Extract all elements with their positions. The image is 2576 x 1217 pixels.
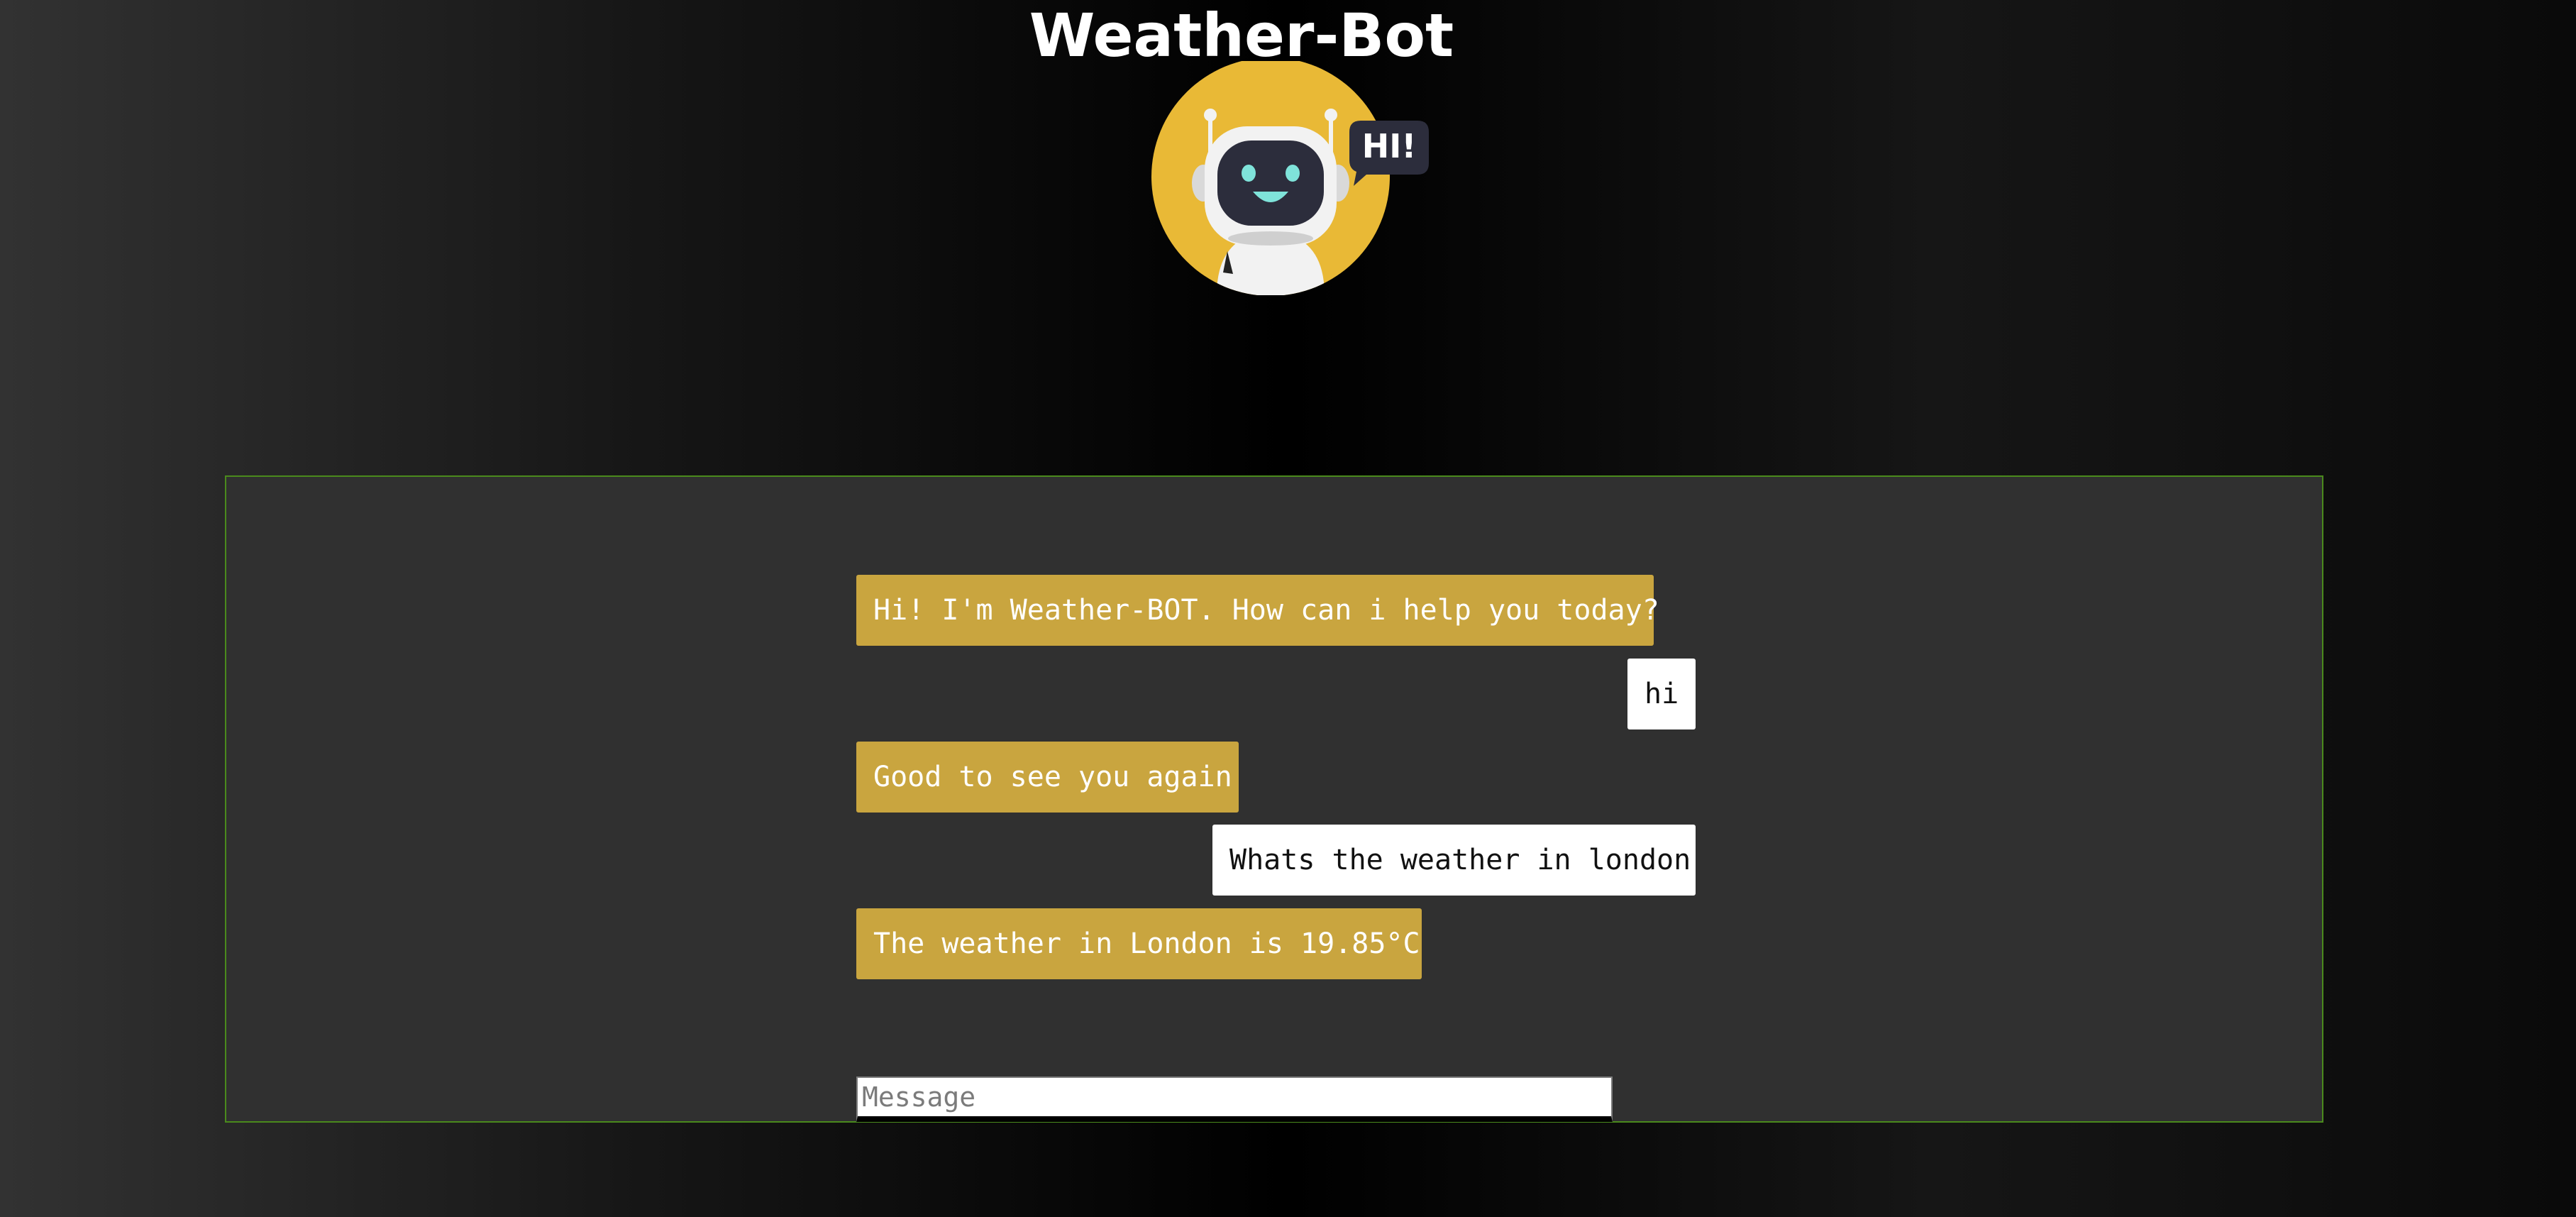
page-title: Weather-Bot xyxy=(1029,1,1454,70)
bot-message: Good to see you again xyxy=(856,742,1239,813)
message-input[interactable] xyxy=(856,1076,1613,1122)
user-message: Whats the weather in london xyxy=(1212,825,1696,896)
user-message: hi xyxy=(1627,659,1696,729)
chat-panel: Hi! I'm Weather-BOT. How can i help you … xyxy=(225,475,2323,1123)
avatar-bubble-text: HI! xyxy=(1362,127,1417,165)
bot-message: The weather in London is 19.85°C xyxy=(856,908,1422,979)
bot-message: Hi! I'm Weather-BOT. How can i help you … xyxy=(856,575,1659,646)
robot-avatar-icon: HI! xyxy=(1151,61,1429,295)
